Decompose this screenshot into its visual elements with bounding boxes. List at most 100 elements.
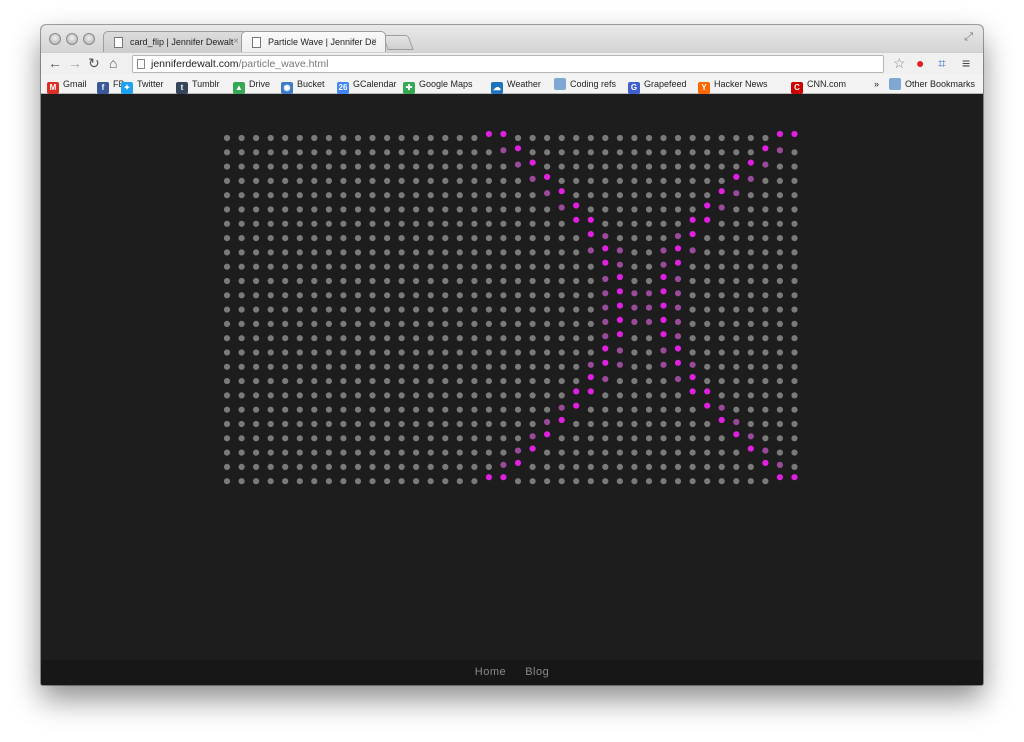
particle bbox=[704, 292, 711, 299]
particle bbox=[762, 378, 769, 385]
particle bbox=[733, 335, 740, 342]
fullscreen-icon[interactable]: ⤢ bbox=[964, 31, 973, 44]
bookmark-coding-refs[interactable]: Coding refs bbox=[554, 77, 616, 91]
particle bbox=[587, 406, 594, 413]
close-window-button[interactable] bbox=[49, 33, 61, 45]
particle bbox=[369, 349, 376, 356]
bookmark-hacker-news[interactable]: Y Hacker News bbox=[698, 77, 768, 94]
window-extension-icon[interactable]: ⌗ bbox=[938, 55, 946, 71]
particle bbox=[718, 263, 725, 270]
forward-icon[interactable]: → bbox=[68, 55, 82, 71]
particle bbox=[223, 149, 231, 156]
particle bbox=[718, 249, 725, 256]
bookmarks-bar: M Gmail f FB ✦ Twitter t Tumblr ▲ Drive ◉ Bucket 26 G… bbox=[41, 74, 983, 94]
particle bbox=[631, 392, 638, 399]
reload-icon[interactable]: ↻ bbox=[88, 55, 100, 71]
particle bbox=[718, 292, 725, 299]
particle bbox=[485, 378, 492, 385]
address-bar[interactable]: jenniferdewalt.com/particle_wave.html bbox=[132, 55, 884, 73]
particle bbox=[223, 306, 231, 313]
particle bbox=[369, 406, 376, 413]
particle bbox=[413, 306, 420, 313]
bookmark-gcalendar[interactable]: 26 GCalendar bbox=[337, 77, 397, 94]
particle bbox=[514, 277, 522, 285]
particle bbox=[645, 349, 653, 356]
particle bbox=[340, 363, 347, 370]
bookmark-bucket[interactable]: ◉ Bucket bbox=[281, 77, 325, 94]
home-icon[interactable]: ⌂ bbox=[109, 55, 117, 71]
bookmark-twitter[interactable]: ✦ Twitter bbox=[121, 77, 164, 94]
bookmark-other-bookmarks[interactable]: Other Bookmarks bbox=[889, 77, 975, 91]
star-icon[interactable]: ☆ bbox=[893, 55, 906, 71]
bookmark-drive[interactable]: ▲ Drive bbox=[233, 77, 270, 94]
particle bbox=[660, 361, 667, 368]
particle bbox=[587, 292, 594, 299]
particle bbox=[660, 435, 667, 442]
footer-link-home[interactable]: Home bbox=[475, 666, 506, 678]
bookmark-gmail[interactable]: M Gmail bbox=[47, 77, 87, 94]
particle bbox=[733, 349, 740, 356]
particle bbox=[704, 277, 711, 285]
particle bbox=[413, 363, 420, 370]
particle bbox=[223, 263, 231, 270]
particle bbox=[471, 292, 478, 299]
particle bbox=[645, 290, 653, 297]
particle bbox=[791, 130, 798, 138]
tab-card-flip[interactable]: card_flip | Jennifer Dewalt × bbox=[103, 31, 248, 52]
particle bbox=[471, 177, 478, 184]
particle bbox=[500, 420, 507, 428]
footer-link-blog[interactable]: Blog bbox=[525, 666, 549, 678]
menu-icon[interactable]: ≡ bbox=[962, 55, 970, 71]
particle bbox=[514, 349, 522, 356]
particle bbox=[340, 163, 347, 170]
particle bbox=[616, 235, 624, 242]
particle bbox=[427, 220, 434, 227]
particle bbox=[602, 275, 609, 283]
particle bbox=[311, 392, 318, 399]
bookmark-tumblr[interactable]: t Tumblr bbox=[176, 77, 220, 94]
particle bbox=[238, 392, 245, 399]
particle bbox=[733, 406, 740, 413]
bookmark-cnn-com[interactable]: C CNN.com bbox=[791, 77, 846, 94]
particle bbox=[631, 318, 638, 325]
particle bbox=[296, 478, 303, 485]
particle bbox=[384, 306, 391, 313]
particle bbox=[442, 292, 449, 299]
particle bbox=[645, 163, 653, 170]
particle-wave-canvas[interactable] bbox=[41, 95, 983, 660]
particle bbox=[485, 130, 492, 138]
particle bbox=[733, 320, 740, 327]
bookmark-weather[interactable]: ☁ Weather bbox=[491, 77, 541, 94]
new-tab-button[interactable] bbox=[382, 35, 414, 50]
particle bbox=[616, 331, 624, 338]
particle bbox=[689, 306, 696, 313]
particle bbox=[631, 263, 638, 270]
tab-particle-wave[interactable]: Particle Wave | Jennifer De × bbox=[241, 31, 386, 52]
particle bbox=[529, 235, 536, 242]
particle bbox=[747, 306, 754, 313]
particle bbox=[660, 478, 667, 485]
particle bbox=[282, 192, 289, 199]
particle bbox=[471, 449, 478, 456]
particle bbox=[456, 134, 463, 142]
particle bbox=[253, 249, 260, 256]
minimize-window-button[interactable] bbox=[66, 33, 78, 45]
bookmarks-overflow-icon[interactable]: » bbox=[874, 77, 879, 91]
particle bbox=[558, 292, 565, 299]
particle bbox=[631, 235, 638, 242]
particle bbox=[296, 320, 303, 327]
opera-extension-icon[interactable]: ● bbox=[916, 55, 924, 71]
close-tab-icon[interactable]: × bbox=[233, 36, 239, 47]
back-icon[interactable]: ← bbox=[48, 55, 62, 71]
particle bbox=[689, 374, 696, 381]
bookmark-grapefeed[interactable]: G Grapefeed bbox=[628, 77, 687, 94]
zoom-window-button[interactable] bbox=[83, 33, 95, 45]
particle bbox=[369, 277, 376, 285]
particle bbox=[573, 292, 580, 299]
particle bbox=[267, 435, 274, 442]
close-tab-icon[interactable]: × bbox=[371, 36, 377, 47]
bookmark-google-maps[interactable]: ✚ Google Maps bbox=[403, 77, 473, 94]
particle bbox=[485, 292, 492, 299]
particle bbox=[398, 449, 405, 456]
particle bbox=[384, 449, 391, 456]
